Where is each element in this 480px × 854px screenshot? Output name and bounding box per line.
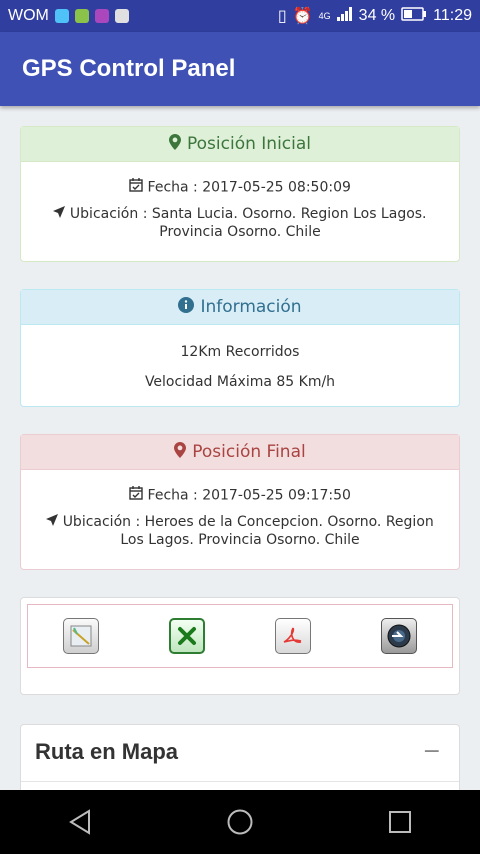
start-position-title: Posición Inicial	[187, 134, 311, 154]
app-title: GPS Control Panel	[22, 55, 236, 82]
end-date: Fecha : 2017-05-25 09:17:50	[147, 487, 351, 504]
export-card	[20, 597, 460, 695]
end-position-title: Posición Final	[192, 442, 306, 462]
map-marker-icon	[174, 441, 187, 463]
start-position-card: Posición Inicial Fecha : 2017-05-25 08:5…	[20, 126, 460, 262]
status-left: WOM	[8, 7, 129, 25]
location-arrow-icon	[53, 205, 66, 223]
battery-icon	[401, 6, 427, 26]
app-bar: GPS Control Panel	[0, 32, 480, 106]
start-date-line: Fecha : 2017-05-25 08:50:09	[35, 178, 445, 197]
puzzle-icon	[74, 9, 89, 23]
info-card: Información 12Km Recorridos Velocidad Má…	[20, 289, 460, 407]
end-position-card: Posición Final Fecha : 2017-05-25 09:17:…	[20, 434, 460, 570]
carrier-label: WOM	[8, 7, 49, 24]
alarm-icon: ⏰	[292, 8, 313, 25]
start-date: Fecha : 2017-05-25 08:50:09	[147, 179, 351, 196]
map-route-title: Ruta en Mapa	[35, 739, 179, 764]
battery-percent: 34 %	[358, 7, 396, 24]
export-toolbar	[27, 604, 453, 668]
end-position-body: Fecha : 2017-05-25 09:17:50 Ubicación : …	[21, 470, 459, 565]
pdf-icon[interactable]	[275, 618, 311, 654]
info-circle-icon	[178, 296, 195, 318]
info-header: Información	[21, 290, 459, 325]
network-type: 4G	[318, 11, 331, 21]
map-marker-icon	[169, 133, 181, 155]
excel-icon[interactable]	[169, 618, 205, 654]
status-right: ▯ ⏰ 4G 34 % 11:29	[278, 6, 472, 26]
start-position-body: Fecha : 2017-05-25 08:50:09 Ubicación : …	[21, 162, 459, 257]
navigation-bar	[0, 790, 480, 854]
calendar-check-icon	[129, 486, 143, 505]
main-content[interactable]: Posición Inicial Fecha : 2017-05-25 08:5…	[0, 106, 480, 790]
start-position-header: Posición Inicial	[21, 127, 459, 162]
camera-icon[interactable]	[381, 618, 417, 654]
info-title: Información	[200, 297, 302, 317]
location-arrow-icon	[46, 513, 59, 531]
map-export-icon[interactable]	[63, 618, 99, 654]
clock: 11:29	[433, 7, 472, 24]
message-icon	[54, 9, 69, 23]
status-bar: WOM ▯ ⏰ 4G 34 % 11:29	[0, 0, 480, 32]
info-body: 12Km Recorridos Velocidad Máxima 85 Km/h	[21, 325, 459, 407]
signal-icon	[336, 6, 353, 26]
max-speed-text: Velocidad Máxima 85 Km/h	[144, 374, 336, 390]
mail-icon	[114, 9, 129, 23]
recents-button[interactable]	[370, 792, 430, 852]
start-location: Ubicación : Santa Lucia. Osorno. Region …	[69, 206, 427, 240]
end-position-header: Posición Final	[21, 435, 459, 470]
home-button[interactable]	[210, 792, 270, 852]
map-card-divider	[21, 781, 459, 782]
start-location-line: Ubicación : Santa Lucia. Osorno. Region …	[35, 205, 445, 241]
end-date-line: Fecha : 2017-05-25 09:17:50	[35, 486, 445, 505]
distance-text: 12Km Recorridos	[180, 344, 300, 360]
app-icon	[94, 9, 109, 23]
calendar-check-icon	[129, 178, 143, 197]
back-button[interactable]	[50, 792, 110, 852]
map-route-card: Ruta en Mapa −	[20, 724, 460, 790]
collapse-button[interactable]: −	[423, 739, 441, 764]
vibrate-icon: ▯	[277, 8, 287, 25]
end-location: Ubicación : Heroes de la Concepcion. Oso…	[62, 514, 434, 548]
end-location-line: Ubicación : Heroes de la Concepcion. Oso…	[35, 513, 445, 549]
